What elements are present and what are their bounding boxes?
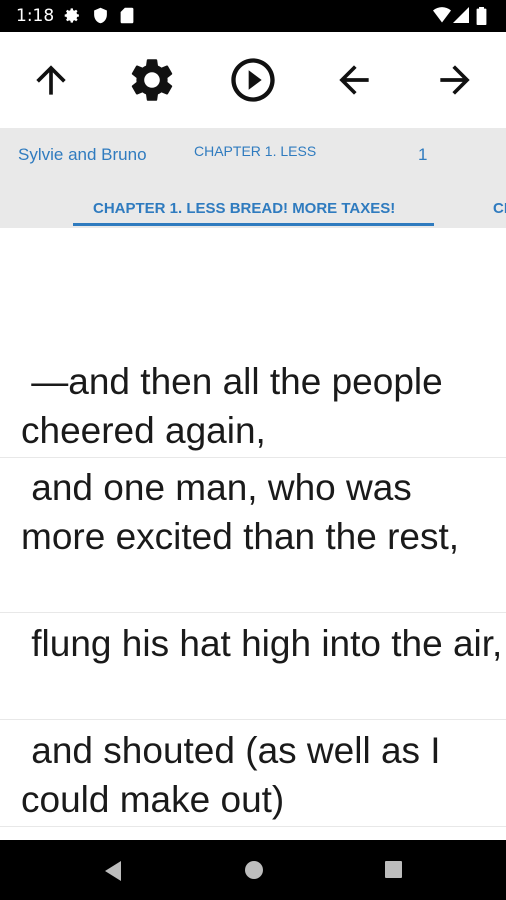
back-triangle-icon[interactable] [103, 860, 123, 882]
arrow-up-icon [36, 65, 66, 95]
chapter-title[interactable]: CHAPTER 1. LESS BREAD! MORE TAXES! [194, 143, 334, 160]
book-info-bar: Sylvie and Bruno CHAPTER 1. LESS BREAD! … [0, 128, 506, 186]
settings-button[interactable] [122, 52, 182, 108]
status-time: 1:18 [16, 6, 55, 26]
paragraph[interactable]: "Who roars for the Sub-Warden?" [0, 832, 506, 840]
tab-chapter-1[interactable]: CHAPTER 1. LESS BREAD! MORE TAXES! [93, 200, 395, 217]
recents-square-icon[interactable] [384, 860, 403, 879]
shield-icon [94, 7, 107, 24]
sd-card-icon [120, 7, 134, 24]
play-circle-icon [231, 58, 275, 102]
paragraph[interactable]: and shouted (as well as I could make out… [0, 726, 506, 827]
system-navigation-bar [0, 840, 506, 900]
arrow-left-icon [339, 65, 369, 95]
active-tab-indicator [73, 223, 434, 226]
previous-button[interactable] [324, 52, 384, 108]
play-button[interactable] [223, 52, 283, 108]
page-number[interactable]: 1 [418, 145, 427, 165]
reader-content[interactable]: —and then all the people cheered again, … [0, 228, 506, 840]
wifi-icon [433, 7, 451, 23]
paragraph[interactable]: and one man, who was more excited than t… [0, 463, 506, 613]
next-button[interactable] [425, 52, 485, 108]
book-title[interactable]: Sylvie and Bruno [18, 145, 147, 165]
arrow-right-icon [440, 65, 470, 95]
battery-icon [476, 7, 487, 25]
reader-toolbar [0, 32, 506, 128]
chapter-tabs: CHAPTER 1. LESS BREAD! MORE TAXES! CH [0, 186, 506, 228]
paragraph[interactable]: —and then all the people cheered again, [0, 357, 506, 458]
status-bar: 1:18 [0, 0, 506, 32]
gear-icon [64, 8, 79, 23]
signal-icon [453, 7, 469, 23]
scroll-up-button[interactable] [21, 52, 81, 108]
settings-gear-icon [131, 59, 173, 101]
tab-next-chapter[interactable]: CH [493, 200, 506, 217]
home-circle-icon[interactable] [244, 860, 264, 880]
paragraph[interactable]: flung his hat high into the air, [0, 619, 506, 720]
